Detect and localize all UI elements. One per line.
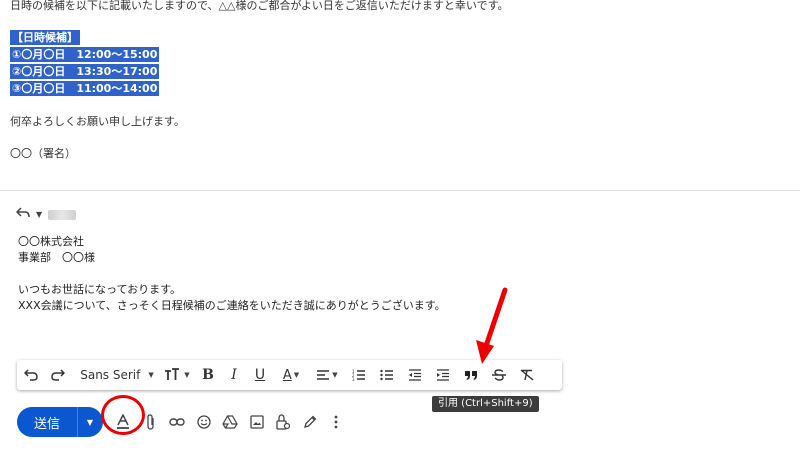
undo-button[interactable] [17, 360, 45, 390]
signature-button[interactable] [300, 412, 320, 432]
quoted-intro: 日時の候補を以下に記載いたしますので、△△様のご都合がよい日をご返信いただけます… [10, 0, 509, 12]
underline-icon: U [254, 367, 266, 383]
photo-icon [250, 415, 264, 429]
schedule-option: ③〇月〇日 11:00～14:00 [10, 81, 160, 96]
align-icon [316, 369, 330, 381]
more-options-button[interactable] [326, 412, 346, 432]
italic-button[interactable]: I [221, 360, 247, 390]
indent-more-icon [436, 369, 450, 381]
font-select-label: Sans Serif [80, 368, 141, 382]
schedule-heading: 【日時候補】 [10, 30, 80, 45]
text-color-icon: A [282, 367, 292, 383]
signature-pen-icon [303, 415, 317, 429]
body-line: 事業部 〇〇様 [18, 251, 95, 264]
clear-formatting-icon [520, 369, 534, 381]
font-select[interactable]: Sans Serif ▼ [71, 360, 159, 390]
indent-less-icon [408, 369, 422, 381]
chevron-down-icon: ▼ [332, 371, 338, 379]
more-options-icon [334, 415, 338, 429]
numbered-list-icon: 123 [352, 369, 366, 381]
bulleted-list-button[interactable] [373, 360, 401, 390]
chevron-down-icon: ▼ [148, 371, 154, 379]
insert-link-button[interactable] [167, 412, 187, 432]
bold-button[interactable]: B [195, 360, 221, 390]
body-line: 〇〇株式会社 [18, 235, 84, 248]
link-icon [169, 417, 185, 427]
recipient-blurred[interactable] [48, 209, 77, 220]
reply-type-selector[interactable]: ▼ [15, 207, 77, 222]
redo-button[interactable] [45, 360, 71, 390]
clear-formatting-button[interactable] [513, 360, 541, 390]
confidential-mode-icon [276, 414, 290, 430]
undo-icon [24, 369, 38, 381]
bulleted-list-icon [380, 369, 394, 381]
text-size-icon [164, 368, 182, 382]
attach-icon [146, 414, 156, 430]
send-button-label: 送信 [33, 416, 60, 432]
emoji-icon [197, 415, 211, 429]
svg-text:3: 3 [352, 377, 355, 381]
quote-icon [464, 369, 478, 381]
text-size-button[interactable]: ▼ [159, 360, 195, 390]
chevron-down-icon[interactable]: ▼ [78, 418, 102, 427]
align-button[interactable]: ▼ [309, 360, 345, 390]
indent-more-button[interactable] [429, 360, 457, 390]
insert-photo-button[interactable] [247, 412, 267, 432]
chevron-down-icon: ▼ [184, 371, 190, 379]
reply-icon[interactable] [15, 207, 30, 222]
body-line: XXX会議について、さっそく日程候補のご連絡をいただき誠にありがとうございます。 [18, 299, 446, 312]
reply-compose: ▼ 〇〇株式会社 事業部 〇〇様 いつもお世話になっております。 XXX会議につ… [0, 193, 800, 450]
emoji-button[interactable] [194, 412, 214, 432]
annotation-circle [101, 395, 145, 435]
indent-less-button[interactable] [401, 360, 429, 390]
schedule-option: ①〇月〇日 12:00～15:00 [10, 47, 160, 62]
message-divider [0, 190, 800, 191]
text-color-button[interactable]: A ▼ [273, 360, 309, 390]
body-line: いつもお世話になっております。 [18, 283, 182, 296]
numbered-list-button[interactable]: 123 [345, 360, 373, 390]
chevron-down-icon[interactable]: ▼ [36, 210, 42, 219]
annotation-arrow [476, 287, 508, 364]
drive-icon [222, 415, 238, 429]
italic-icon: I [231, 367, 237, 383]
send-button[interactable]: 送信 ▼ [17, 407, 103, 437]
redo-icon [51, 369, 65, 381]
bold-icon: B [202, 367, 214, 383]
confidential-mode-button[interactable] [273, 412, 293, 432]
drive-button[interactable] [220, 412, 240, 432]
quoted-closing: 何卒よろしくお願い申し上げます。 [10, 115, 185, 128]
schedule-option: ②〇月〇日 13:30～17:00 [10, 64, 160, 79]
underline-button[interactable]: U [247, 360, 273, 390]
chevron-down-icon: ▼ [293, 371, 300, 379]
quoted-signature: 〇〇（署名） [10, 147, 76, 160]
strikethrough-icon [492, 369, 506, 381]
